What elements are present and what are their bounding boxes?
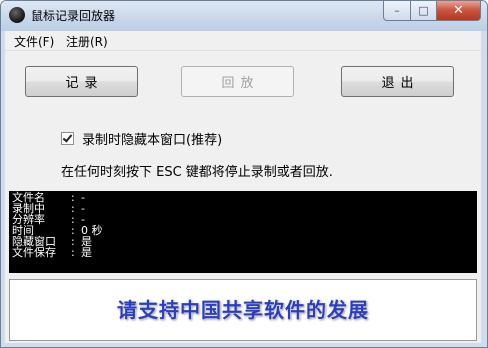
banner-text: 请支持中国共享软件的发展 bbox=[117, 298, 369, 322]
close-button[interactable]: ✕ bbox=[437, 1, 481, 21]
status-row: 录制中: - bbox=[9, 203, 477, 214]
maximize-icon: □ bbox=[418, 4, 429, 17]
status-row: 文件保存: 是 bbox=[9, 247, 477, 258]
status-key: 文件保存 bbox=[12, 246, 56, 259]
status-row: 时间:0 秒 bbox=[9, 225, 477, 236]
main-window: 鼠标记录回放器 – □ ✕ 文件(F) 注册(R) 记录 回放 退出 录制时隐藏… bbox=[0, 0, 488, 348]
playback-button[interactable]: 回放 bbox=[181, 66, 294, 97]
window-controls: – □ ✕ bbox=[383, 1, 481, 21]
hide-window-option[interactable]: 录制时隐藏本窗口(推荐) bbox=[61, 129, 222, 148]
status-row: 分辨率: - bbox=[9, 214, 477, 225]
menu-bar: 文件(F) 注册(R) bbox=[5, 31, 481, 51]
menu-register[interactable]: 注册(R) bbox=[66, 33, 108, 50]
minimize-button[interactable]: – bbox=[383, 1, 411, 21]
check-icon[interactable] bbox=[61, 132, 74, 145]
close-icon: ✕ bbox=[453, 3, 464, 18]
esc-hint-text: 在任何时刻按下 ESC 键都将停止录制或者回放. bbox=[61, 165, 333, 180]
status-row: 隐藏窗口: 是 bbox=[9, 236, 477, 247]
status-panel: 文件名: - 录制中: - 分辨率: - 时间:0 秒 隐藏窗口: 是 文件保存: 是 bbox=[9, 191, 477, 273]
menu-file[interactable]: 文件(F) bbox=[14, 33, 54, 50]
status-row: 文件名: - bbox=[9, 192, 477, 203]
client-area: 记录 回放 退出 录制时隐藏本窗口(推荐) 在任何时刻按下 ESC 键都将停止录… bbox=[5, 51, 481, 343]
minimize-icon: – bbox=[394, 4, 400, 17]
status-separator: : bbox=[71, 246, 75, 259]
title-bar[interactable]: 鼠标记录回放器 – □ ✕ bbox=[1, 1, 487, 31]
mouse-recorder-icon bbox=[9, 7, 25, 23]
hide-window-label: 录制时隐藏本窗口(推荐) bbox=[82, 133, 223, 148]
record-button[interactable]: 记录 bbox=[25, 66, 138, 97]
exit-button[interactable]: 退出 bbox=[341, 66, 454, 97]
window-title: 鼠标记录回放器 bbox=[31, 9, 116, 23]
maximize-button[interactable]: □ bbox=[411, 1, 437, 21]
status-value: 是 bbox=[81, 246, 92, 259]
shareware-banner: 请支持中国共享软件的发展 bbox=[9, 279, 477, 341]
